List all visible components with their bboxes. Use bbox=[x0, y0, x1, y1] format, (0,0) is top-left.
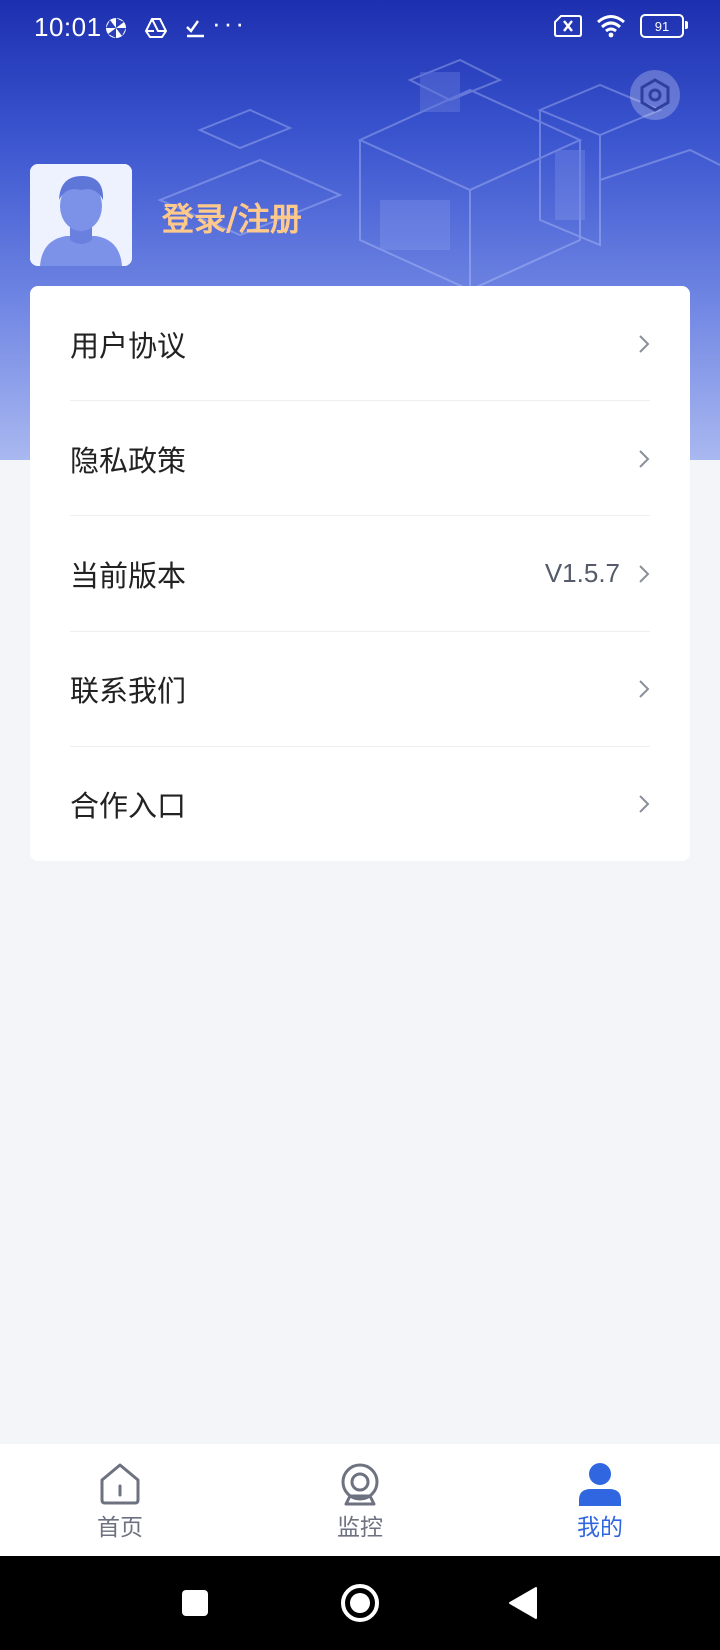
chevron-right-icon bbox=[639, 334, 650, 353]
chevron-right-icon bbox=[639, 449, 650, 468]
login-register-link[interactable]: 登录/注册 bbox=[162, 194, 302, 240]
menu-item-contact-us[interactable]: 联系我们 bbox=[70, 631, 650, 746]
status-time: 10:01 bbox=[34, 12, 102, 42]
menu-item-label: 隐私政策 bbox=[70, 443, 187, 478]
menu-item-label: 当前版本 bbox=[70, 558, 187, 593]
tab-mine[interactable]: 我的 bbox=[480, 1444, 720, 1556]
settings-hex-icon bbox=[640, 78, 670, 112]
bottom-tab-bar: 首页 监控 我的 bbox=[0, 1444, 720, 1556]
menu-item-user-agreement[interactable]: 用户协议 bbox=[70, 286, 650, 401]
pinwheel-icon bbox=[106, 18, 126, 38]
chevron-right-icon bbox=[639, 794, 650, 813]
recents-button[interactable] bbox=[181, 1589, 209, 1617]
battery-icon: 91 bbox=[640, 14, 688, 38]
settings-button[interactable] bbox=[630, 70, 680, 120]
camera-icon bbox=[341, 1463, 379, 1506]
back-button[interactable] bbox=[508, 1586, 538, 1620]
chevron-right-icon bbox=[639, 564, 650, 583]
menu-card: 用户协议 隐私政策 当前版本 V1.5.7 联系我们 合作入口 bbox=[30, 286, 690, 861]
chevron-right-icon bbox=[639, 679, 650, 698]
default-avatar-icon bbox=[30, 164, 132, 266]
tab-label: 监控 bbox=[337, 1515, 383, 1541]
tab-monitor[interactable]: 监控 bbox=[240, 1444, 480, 1556]
drive-icon bbox=[144, 18, 168, 38]
system-nav-bar bbox=[0, 1556, 720, 1650]
tab-label: 首页 bbox=[97, 1515, 143, 1541]
tab-home[interactable]: 首页 bbox=[0, 1444, 240, 1556]
home-icon bbox=[100, 1463, 140, 1505]
user-icon bbox=[579, 1463, 621, 1506]
menu-item-cooperation[interactable]: 合作入口 bbox=[70, 746, 650, 861]
menu-item-label: 合作入口 bbox=[70, 788, 187, 823]
version-value: V1.5.7 bbox=[544, 558, 620, 588]
wifi-icon bbox=[597, 15, 625, 38]
status-bar: 10:01 ··· 91 bbox=[0, 0, 720, 56]
home-button[interactable] bbox=[340, 1583, 380, 1623]
avatar[interactable] bbox=[30, 164, 132, 266]
menu-item-current-version[interactable]: 当前版本 V1.5.7 bbox=[70, 516, 650, 631]
checklist-icon bbox=[186, 20, 204, 38]
menu-item-privacy-policy[interactable]: 隐私政策 bbox=[70, 401, 650, 516]
sim-error-icon bbox=[554, 15, 582, 37]
battery-level: 91 bbox=[654, 18, 670, 34]
menu-item-label: 用户协议 bbox=[70, 328, 187, 363]
tab-label: 我的 bbox=[577, 1515, 623, 1541]
more-dots-icon: ··· bbox=[212, 8, 247, 38]
menu-item-label: 联系我们 bbox=[70, 673, 187, 708]
